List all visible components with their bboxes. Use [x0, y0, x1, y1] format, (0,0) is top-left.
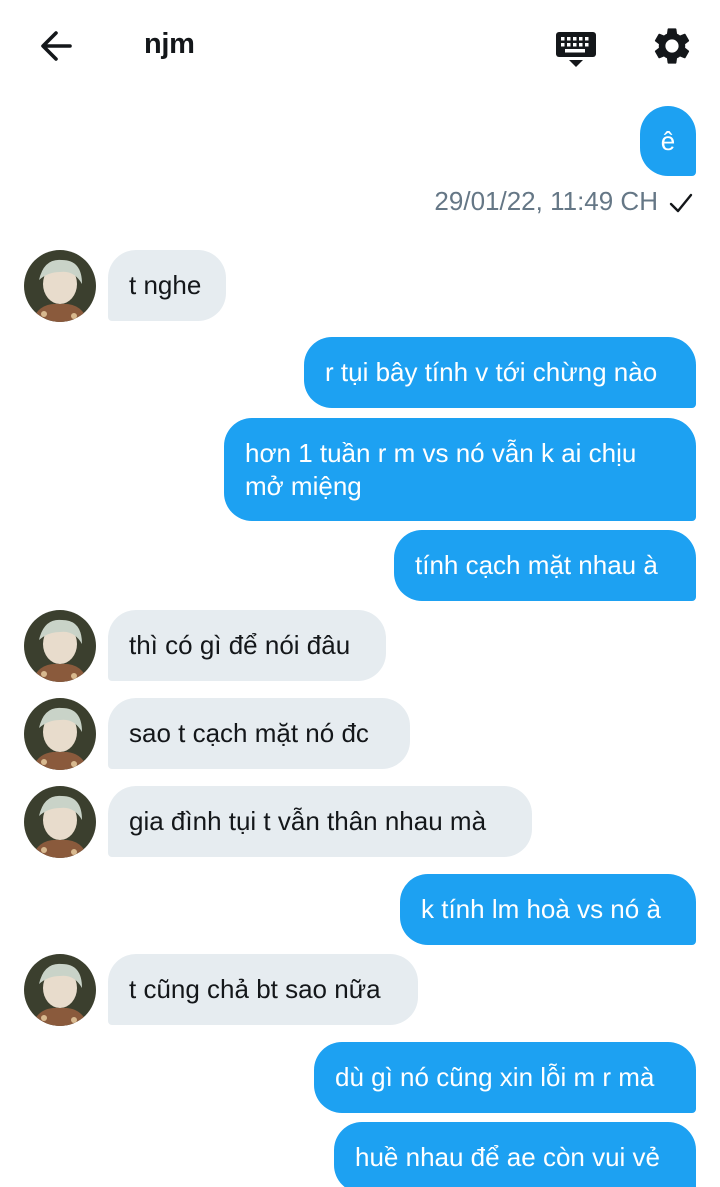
conversation-title[interactable]: njm — [144, 28, 195, 61]
message-bubble[interactable]: t cũng chả bt sao nữa — [108, 954, 418, 1025]
avatar-image — [24, 610, 96, 682]
avatar[interactable] — [24, 698, 96, 770]
message-bubble[interactable]: k tính lm hoà vs nó à — [400, 874, 696, 945]
avatar[interactable] — [24, 786, 96, 858]
settings-button[interactable] — [644, 18, 700, 74]
back-button[interactable] — [28, 22, 84, 70]
message-bubble[interactable]: ê — [640, 106, 696, 176]
conversation-header: njm — [0, 0, 720, 92]
message-bubble[interactable]: huề nhau để ae còn vui vẻ — [334, 1122, 696, 1187]
avatar[interactable] — [24, 610, 96, 682]
check-icon — [669, 193, 693, 213]
message-bubble[interactable]: tính cạch mặt nhau à — [394, 530, 696, 601]
message-bubble[interactable]: r tụi bây tính v tới chừng nào — [304, 337, 696, 408]
message-bubble[interactable]: thì có gì để nói đâu — [108, 610, 386, 681]
message-timestamp: 29/01/22, 11:49 CH — [434, 186, 658, 216]
avatar-image — [24, 250, 96, 322]
message-bubble[interactable]: sao t cạch mặt nó đc — [108, 698, 410, 769]
arrow-left-icon — [41, 31, 72, 61]
dm-conversation-screen: njm ê 29/01/22, 11:49 CH t nghe r tụi bâ… — [0, 0, 720, 1187]
message-bubble[interactable]: gia đình tụi t vẫn thân nhau mà — [108, 786, 532, 857]
keyboard-icon — [556, 32, 596, 67]
avatar-image — [24, 786, 96, 858]
avatar[interactable] — [24, 250, 96, 322]
avatar[interactable] — [24, 954, 96, 1026]
message-bubble[interactable]: hơn 1 tuần r m vs nó vẫn k ai chịu mở mi… — [224, 418, 696, 521]
avatar-image — [24, 954, 96, 1026]
keyboard-button[interactable] — [548, 20, 604, 76]
avatar-image — [24, 698, 96, 770]
message-bubble[interactable]: dù gì nó cũng xin lỗi m r mà — [314, 1042, 696, 1113]
gear-icon — [654, 28, 690, 64]
message-bubble[interactable]: t nghe — [108, 250, 226, 321]
